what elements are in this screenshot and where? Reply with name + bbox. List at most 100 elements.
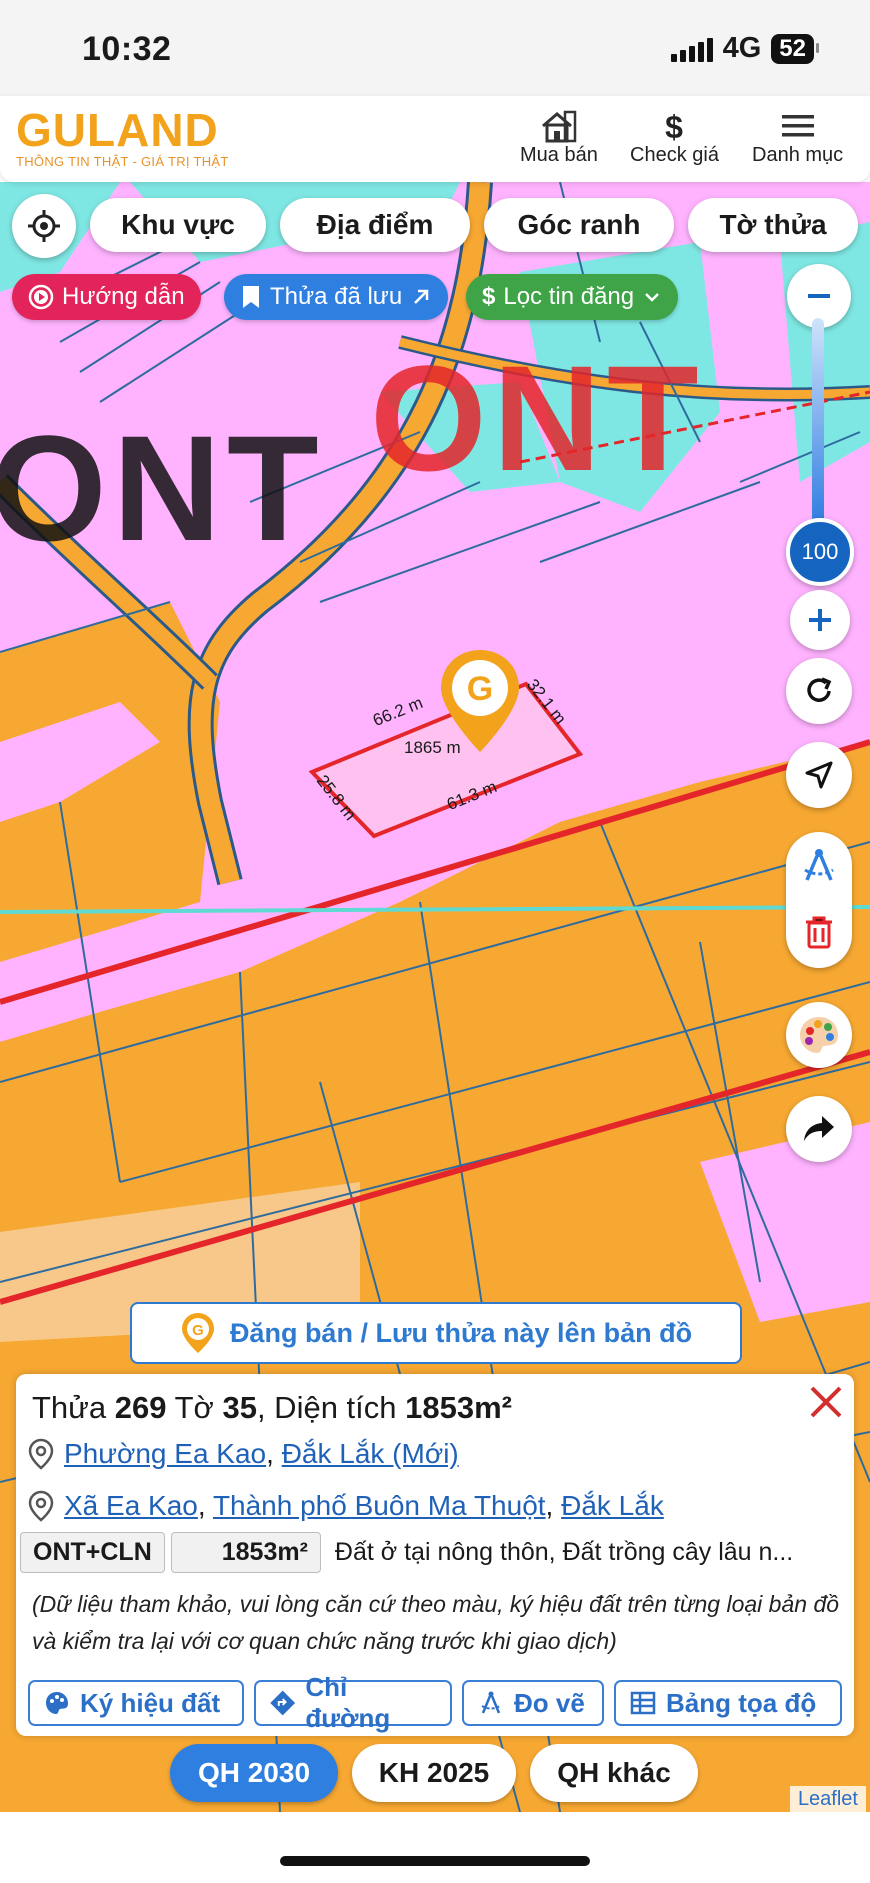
- disclaimer-note: (Dữ liệu tham khảo, vui lòng căn cứ theo…: [32, 1591, 840, 1654]
- house-icon: [541, 110, 577, 143]
- sheet-number: 35: [222, 1390, 257, 1425]
- share-arrow-icon: [804, 1116, 834, 1141]
- refresh-button[interactable]: [786, 658, 852, 724]
- nav-check-gia[interactable]: $ Check giá: [630, 108, 719, 167]
- svg-text:$: $: [666, 109, 684, 144]
- saved-parcels-chip[interactable]: Thửa đã lưu: [224, 274, 449, 320]
- parcel-info-panel: Thửa 269 Tờ 35, Diện tích 1853m² Phường …: [16, 1374, 854, 1736]
- filter-posts-chip-label: Lọc tin đăng: [503, 283, 635, 310]
- parcel-title: Thửa 269 Tờ 35, Diện tích 1853m²: [32, 1390, 512, 1426]
- compass-draw-icon: [804, 849, 834, 881]
- parcel-area: 1853m²: [405, 1390, 512, 1425]
- nav-danh-muc[interactable]: Danh mục: [752, 108, 843, 167]
- share-button[interactable]: [786, 1096, 852, 1162]
- table-icon: [630, 1691, 656, 1715]
- directions-label: Chỉ đường: [305, 1672, 391, 1733]
- refresh-icon: [807, 677, 832, 702]
- dollar-icon: $: [666, 109, 684, 144]
- battery-icon: 52: [771, 33, 819, 64]
- filter-dia-diem[interactable]: Địa điểm: [280, 198, 470, 252]
- bookmark-icon: [243, 286, 259, 308]
- coordinate-table-button[interactable]: Bảng tọa độ: [614, 1680, 842, 1726]
- crosshair-icon: [28, 210, 60, 242]
- nav-mua-ban[interactable]: Mua bán: [520, 108, 598, 167]
- measure-draw-label: Đo vẽ: [514, 1687, 585, 1718]
- guide-chip-label: Hướng dẫn: [62, 283, 185, 310]
- filter-posts-chip[interactable]: $ Lọc tin đăng: [466, 274, 679, 320]
- planning-tabs: QH 2030 KH 2025 QH khác: [0, 1740, 870, 1810]
- zoom-slider-track[interactable]: [812, 318, 824, 528]
- palette-icon: [46, 1692, 68, 1714]
- filter-khu-vuc[interactable]: Khu vực: [90, 198, 266, 252]
- new-location-row: Phường Ea Kao, Đắk Lắk (Mới): [28, 1438, 459, 1470]
- status-time: 10:32: [82, 30, 172, 68]
- zoom-slider-knob[interactable]: 100: [786, 518, 854, 586]
- network-label: 4G: [722, 32, 762, 64]
- parcel-actions: Ký hiệu đất Chỉ đường Đo vẽ Bảng tọa độ: [28, 1672, 842, 1733]
- map-style-button[interactable]: [786, 1002, 852, 1068]
- directions-icon: [270, 1690, 296, 1716]
- map-pin-icon: [28, 1490, 54, 1522]
- directions-button[interactable]: Chỉ đường: [254, 1672, 452, 1733]
- filter-goc-ranh[interactable]: Góc ranh: [484, 198, 674, 252]
- status-indicators: 4G 52: [670, 32, 819, 65]
- title-prefix: Thửa: [32, 1390, 115, 1425]
- minus-icon: [808, 294, 830, 298]
- locate-me-button[interactable]: [12, 194, 76, 258]
- guide-chip[interactable]: Hướng dẫn: [12, 274, 201, 320]
- guland-logo[interactable]: GULAND THÔNG TIN THẬT - GIÁ TRỊ THẬT: [16, 104, 229, 169]
- status-bar: 10:32 4G 52: [0, 0, 870, 96]
- close-icon[interactable]: [804, 1380, 848, 1424]
- navigate-button[interactable]: [786, 742, 852, 808]
- commune-link[interactable]: Xã Ea Kao: [64, 1490, 198, 1521]
- area-prefix: , Diện tích: [256, 1390, 406, 1425]
- nav-check-gia-label: Check giá: [630, 144, 719, 166]
- zoom-in-button[interactable]: [790, 590, 850, 650]
- land-legend-label: Ký hiệu đất: [80, 1687, 221, 1718]
- home-indicator[interactable]: [280, 1856, 590, 1866]
- ward-link[interactable]: Phường Ea Kao: [64, 1438, 266, 1469]
- land-code-badge: ONT+CLN: [20, 1532, 165, 1573]
- saved-parcels-chip-label: Thửa đã lưu: [270, 283, 403, 310]
- tab-kh-2025[interactable]: KH 2025: [352, 1744, 516, 1802]
- land-description: Đất ở tại nông thôn, Đất trồng cây lâu n…: [334, 1538, 794, 1566]
- plus-icon: [809, 609, 831, 631]
- sheet-prefix: Tờ: [166, 1390, 223, 1425]
- logo-text: GULAND: [16, 104, 219, 156]
- location-marker-icon[interactable]: G: [437, 646, 523, 756]
- land-legend-button[interactable]: Ký hiệu đất: [28, 1680, 244, 1726]
- post-listing-label: Đăng bán / Lưu thửa này lên bản đồ: [229, 1317, 693, 1348]
- nav-mua-ban-label: Mua bán: [520, 144, 598, 166]
- compass-draw-icon: [481, 1691, 501, 1714]
- trash-icon: [806, 916, 832, 949]
- province-new-link[interactable]: Đắk Lắk (Mới): [282, 1438, 459, 1469]
- filter-to-thua[interactable]: Tờ thửa: [688, 198, 858, 252]
- svg-text:G: G: [192, 1322, 204, 1339]
- coordinate-table-label: Bảng tọa độ: [666, 1687, 817, 1718]
- old-location-row: Xã Ea Kao, Thành phố Buôn Ma Thuột, Đắk …: [28, 1490, 664, 1522]
- dollar-icon: $: [482, 283, 496, 310]
- parcel-number: 269: [114, 1390, 167, 1425]
- chevron-down-icon: [645, 293, 660, 302]
- svg-text:G: G: [467, 670, 493, 708]
- tab-qh-2030[interactable]: QH 2030: [170, 1744, 338, 1802]
- measure-button[interactable]: [786, 836, 852, 896]
- delete-measure-button[interactable]: [786, 902, 852, 962]
- province-old-link[interactable]: Đắk Lắk: [561, 1490, 664, 1521]
- palette-icon: [800, 1017, 838, 1053]
- city-link[interactable]: Thành phố Buôn Ma Thuột: [213, 1490, 546, 1521]
- land-area-badge: 1853m²: [170, 1532, 321, 1573]
- map-pin-icon: [28, 1438, 54, 1470]
- measure-draw-button[interactable]: Đo vẽ: [462, 1680, 604, 1726]
- arrow-up-right-icon: [414, 289, 429, 304]
- home-bar-area: [0, 1812, 870, 1883]
- navigation-arrow-icon: [805, 761, 833, 789]
- post-listing-button[interactable]: G Đăng bán / Lưu thửa này lên bản đồ: [130, 1302, 742, 1364]
- nav-danh-muc-label: Danh mục: [752, 144, 844, 166]
- land-type-row: ONT+CLN 1853m² Đất ở tại nông thôn, Đất …: [20, 1532, 793, 1573]
- guland-pin-icon: G: [181, 1313, 214, 1353]
- app-header: GULAND THÔNG TIN THẬT - GIÁ TRỊ THẬT Mua…: [0, 96, 870, 182]
- measure-tools-group: [786, 832, 852, 968]
- tab-qh-khac[interactable]: QH khác: [530, 1744, 698, 1802]
- logo-tagline: THÔNG TIN THẬT - GIÁ TRỊ THẬT: [16, 154, 229, 169]
